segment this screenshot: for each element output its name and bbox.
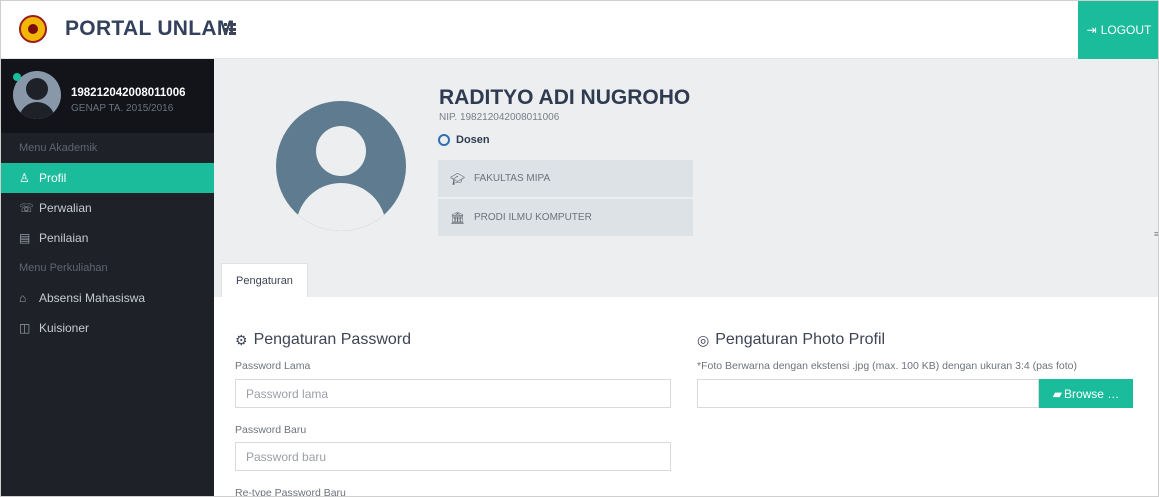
program-row: 🏛︎ PRODI ILMU KOMPUTER bbox=[438, 199, 693, 236]
password-settings-title: ⚙ Pengaturan Password bbox=[235, 331, 411, 349]
profile-nip: NIP. 198212042008011006 bbox=[439, 112, 560, 123]
sidebar-item-kuisioner[interactable]: ◫ Kuisioner bbox=[1, 313, 214, 343]
logout-button[interactable]: ⇥ LOGOUT bbox=[1078, 1, 1158, 59]
old-password-input[interactable] bbox=[235, 379, 671, 408]
clipboard-icon: ◫ bbox=[19, 321, 31, 335]
university-logo bbox=[19, 15, 47, 43]
sidebar: 198212042008011006 GENAP TA. 2015/2016 M… bbox=[1, 59, 214, 496]
sidebar-item-label: Kuisioner bbox=[39, 321, 90, 335]
new-password-input[interactable] bbox=[235, 442, 671, 471]
profile-role: Dosen bbox=[438, 134, 490, 146]
sidebar-item-absensi[interactable]: ⌂ Absensi Mahasiswa bbox=[1, 283, 214, 313]
old-password-label: Password Lama bbox=[235, 360, 311, 372]
sidebar-term: GENAP TA. 2015/2016 bbox=[71, 103, 174, 114]
profile-name: RADITYO ADI NUGROHO bbox=[439, 86, 691, 109]
camera-icon: ◎ bbox=[697, 331, 710, 348]
password-settings-label: Pengaturan Password bbox=[253, 331, 411, 348]
retype-password-label: Re-type Password Baru bbox=[235, 487, 346, 497]
sidebar-item-label: Absensi Mahasiswa bbox=[39, 291, 146, 305]
photo-note: *Foto Berwarna dengan ekstensi .jpg (max… bbox=[697, 360, 1077, 372]
sidebar-section-akademik: Menu Akademik bbox=[19, 142, 98, 154]
sidebar-item-profil[interactable]: ♙ Profil bbox=[1, 163, 214, 193]
role-label: Dosen bbox=[456, 134, 490, 146]
sidebar-item-label: Perwalian bbox=[39, 201, 92, 215]
photo-file-field[interactable] bbox=[697, 379, 1039, 408]
user-icon: ♙ bbox=[19, 171, 30, 185]
sidebar-item-penilaian[interactable]: ▤ Penilaian bbox=[1, 223, 214, 253]
graduation-cap-icon: 🎓︎ bbox=[450, 171, 466, 186]
top-bar: PORTAL UNLAM ⇥ LOGOUT bbox=[1, 1, 1158, 59]
brand[interactable]: PORTAL UNLAM bbox=[19, 15, 235, 43]
faculty-row: 🎓︎ FAKULTAS MIPA bbox=[438, 160, 693, 197]
sign-out-icon: ⇥ bbox=[1086, 23, 1097, 37]
sidebar-section-perkuliahan: Menu Perkuliahan bbox=[19, 262, 108, 274]
sidebar-item-perwalian[interactable]: ☏ Perwalian bbox=[1, 193, 214, 223]
tab-pengaturan[interactable]: Pengaturan bbox=[221, 263, 308, 297]
profile-banner: RADITYO ADI NUGROHO NIP. 198212042008011… bbox=[214, 59, 1158, 297]
sidebar-item-label: Penilaian bbox=[39, 231, 89, 245]
app-window: PORTAL UNLAM ⇥ LOGOUT 198212042008011006… bbox=[0, 0, 1159, 497]
online-status-dot bbox=[13, 73, 21, 81]
photo-settings-label: Pengaturan Photo Profil bbox=[715, 331, 886, 348]
photo-settings-title: ◎ Pengaturan Photo Profil bbox=[697, 331, 885, 349]
program-label: PRODI ILMU KOMPUTER bbox=[474, 212, 592, 223]
brand-title: PORTAL UNLAM bbox=[65, 17, 235, 40]
browse-button[interactable]: ▰ Browse … bbox=[1039, 379, 1133, 408]
gear-icon: ⚙ bbox=[235, 331, 248, 348]
folder-open-icon: ▰ bbox=[1052, 386, 1062, 401]
document-icon: ▤ bbox=[19, 231, 31, 245]
sidebar-item-label: Profil bbox=[39, 171, 67, 185]
building-icon: ⌂ bbox=[19, 291, 27, 305]
faculty-label: FAKULTAS MIPA bbox=[474, 173, 551, 184]
sidebar-user-id: 198212042008011006 bbox=[71, 87, 186, 99]
logout-label: LOGOUT bbox=[1100, 23, 1152, 37]
profile-avatar bbox=[276, 101, 406, 231]
scrollbar-handle[interactable]: ≡ bbox=[1154, 229, 1158, 241]
chat-icon: ☏ bbox=[19, 201, 35, 215]
grid-icon[interactable] bbox=[224, 23, 236, 35]
new-password-label: Password Baru bbox=[235, 424, 307, 436]
circle-icon bbox=[438, 134, 450, 146]
browse-label: Browse … bbox=[1063, 386, 1120, 401]
institution-icon: 🏛︎ bbox=[450, 210, 466, 225]
sidebar-user-card: 198212042008011006 GENAP TA. 2015/2016 bbox=[1, 59, 214, 133]
